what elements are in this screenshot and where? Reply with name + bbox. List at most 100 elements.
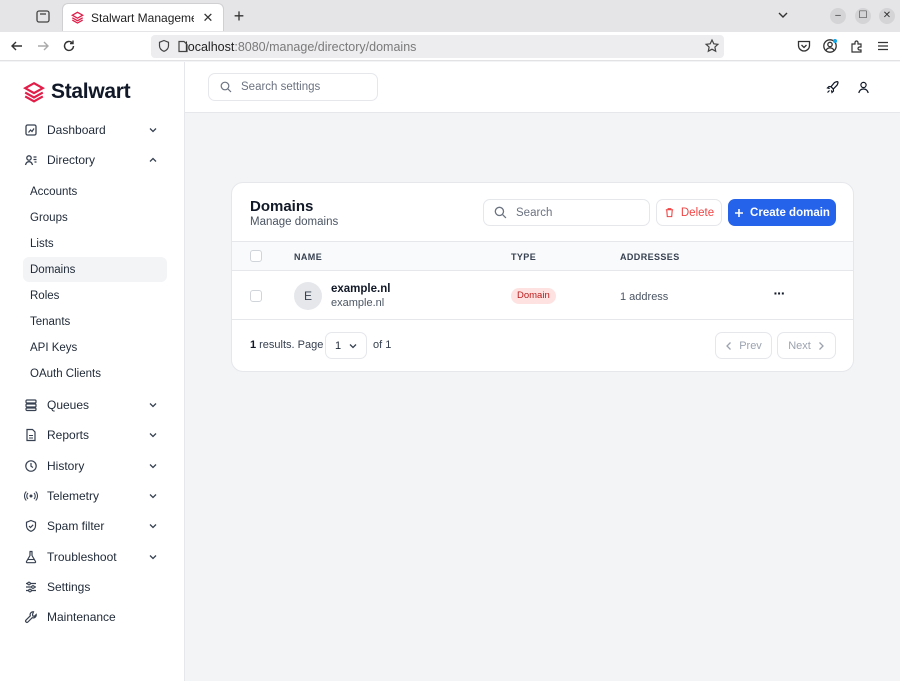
settings-search-box[interactable] — [208, 73, 378, 101]
delete-label: Delete — [680, 206, 715, 219]
page-info-icon[interactable] — [177, 40, 189, 53]
page-subtitle: Manage domains — [250, 216, 339, 228]
sidebar-subitem-domains[interactable]: Domains — [23, 257, 167, 282]
url-text: localhost:8080/manage/directory/domains — [185, 39, 417, 54]
sidebar-item-label: Troubleshoot — [47, 550, 117, 564]
reload-icon[interactable] — [61, 38, 77, 54]
delete-button[interactable]: Delete — [656, 199, 722, 226]
more-options-icon[interactable]: ··· — [771, 286, 787, 302]
chevron-down-icon — [148, 491, 158, 501]
user-icon[interactable] — [856, 80, 871, 95]
column-header-name[interactable]: NAME — [294, 252, 322, 262]
sidebar: Stalwart Dashboard Directory Accounts Gr… — [0, 62, 185, 681]
close-window-icon[interactable]: ✕ — [879, 8, 895, 24]
tab-title: Stalwart Management — [91, 10, 194, 25]
sidebar-item-label: Reports — [47, 428, 90, 442]
logo-text: Stalwart — [51, 80, 131, 103]
tab-list-chevron-icon[interactable] — [776, 8, 790, 22]
stalwart-logo-icon — [23, 81, 45, 103]
search-icon — [220, 81, 232, 93]
queues-icon — [24, 398, 38, 412]
domain-search-input[interactable] — [516, 206, 636, 219]
forward-icon[interactable] — [35, 38, 51, 54]
sidebar-subitem-oauth-clients[interactable]: OAuth Clients — [23, 361, 167, 386]
type-badge: Domain — [511, 288, 556, 304]
sidebar-subitem-api-keys[interactable]: API Keys — [23, 335, 167, 360]
page-select-value: 1 — [335, 339, 342, 352]
back-icon[interactable] — [9, 38, 25, 54]
page-select[interactable]: 1 — [325, 332, 367, 359]
bookmark-star-icon[interactable] — [704, 38, 720, 54]
telemetry-icon — [24, 489, 38, 503]
shield-tracking-icon[interactable] — [157, 39, 171, 53]
sidebar-item-history[interactable]: History — [23, 453, 167, 479]
pocket-icon[interactable] — [796, 38, 812, 54]
sidebar-item-spam-filter[interactable]: Spam filter — [23, 513, 167, 539]
sidebar-item-settings[interactable]: Settings — [23, 574, 167, 600]
maximize-icon[interactable]: ☐ — [855, 8, 871, 24]
tab-close-icon[interactable]: ✕ — [201, 10, 215, 25]
chevron-left-icon — [725, 341, 733, 351]
sliders-icon — [24, 580, 38, 594]
column-header-addresses[interactable]: ADDRESSES — [620, 252, 680, 262]
create-domain-label: Create domain — [750, 206, 830, 219]
chevron-down-icon — [148, 400, 158, 410]
prev-page-button[interactable]: Prev — [715, 332, 772, 359]
sidebar-item-label: Telemetry — [47, 489, 100, 503]
sidebar-item-directory[interactable]: Directory — [23, 147, 167, 173]
sidebar-item-troubleshoot[interactable]: Troubleshoot — [23, 544, 167, 570]
chevron-down-icon — [148, 521, 158, 531]
new-tab-icon[interactable]: + — [230, 7, 248, 25]
sidebar-item-dashboard[interactable]: Dashboard — [23, 117, 167, 143]
sidebar-subitem-lists[interactable]: Lists — [23, 231, 167, 256]
select-all-checkbox[interactable] — [250, 250, 262, 262]
extensions-icon[interactable] — [849, 38, 865, 54]
sidebar-item-label: Maintenance — [47, 610, 116, 624]
sidebar-subitem-tenants[interactable]: Tenants — [23, 309, 167, 334]
menu-hamburger-icon[interactable] — [875, 38, 891, 54]
sidebar-item-label: Dashboard — [47, 123, 106, 137]
top-header — [185, 62, 900, 113]
reports-icon — [24, 428, 38, 442]
sidebar-item-label: Directory — [47, 153, 96, 167]
domain-search-box[interactable] — [483, 199, 650, 226]
directory-icon — [24, 153, 38, 167]
row-checkbox[interactable] — [250, 290, 262, 302]
flask-icon — [24, 550, 38, 564]
url-bar[interactable]: localhost:8080/manage/directory/domains — [151, 35, 724, 58]
prev-label: Prev — [739, 339, 762, 352]
browser-navbar: localhost:8080/manage/directory/domains — [0, 32, 900, 61]
settings-search-input[interactable] — [241, 81, 361, 93]
next-label: Next — [788, 339, 811, 352]
chevron-right-icon — [817, 341, 825, 351]
domain-name[interactable]: example.nl — [331, 283, 390, 295]
sidebar-item-label: History — [47, 459, 85, 473]
column-header-type[interactable]: TYPE — [511, 252, 536, 262]
sidebar-subitem-groups[interactable]: Groups — [23, 205, 167, 230]
stalwart-logo[interactable]: Stalwart — [23, 80, 131, 104]
chevron-down-icon — [148, 125, 158, 135]
domains-card: Domains Manage domains Delete Create dom… — [231, 182, 854, 372]
browser-tab-active[interactable]: Stalwart Management ✕ — [62, 3, 224, 31]
page-title: Domains — [250, 198, 314, 215]
account-icon[interactable] — [822, 38, 838, 54]
next-page-button[interactable]: Next — [777, 332, 836, 359]
rocket-icon[interactable] — [825, 80, 840, 95]
sidebar-item-reports[interactable]: Reports — [23, 422, 167, 448]
avatar: E — [294, 282, 322, 310]
sidebar-item-maintenance[interactable]: Maintenance — [23, 604, 167, 630]
domain-description: example.nl — [331, 297, 385, 309]
sidebar-item-queues[interactable]: Queues — [23, 392, 167, 418]
sidebar-subitem-accounts[interactable]: Accounts — [23, 179, 167, 204]
minimize-icon[interactable]: – — [830, 8, 846, 24]
chevron-down-icon — [148, 552, 158, 562]
create-domain-button[interactable]: Create domain — [728, 199, 836, 226]
table-row[interactable]: E example.nl example.nl Domain 1 address… — [232, 271, 853, 320]
trash-icon — [664, 207, 675, 218]
tab-overview-icon[interactable] — [34, 7, 52, 25]
page-total: of 1 — [373, 339, 392, 351]
dashboard-icon — [24, 123, 38, 137]
sidebar-subitem-roles[interactable]: Roles — [23, 283, 167, 308]
chevron-up-icon — [148, 155, 158, 165]
sidebar-item-telemetry[interactable]: Telemetry — [23, 483, 167, 509]
